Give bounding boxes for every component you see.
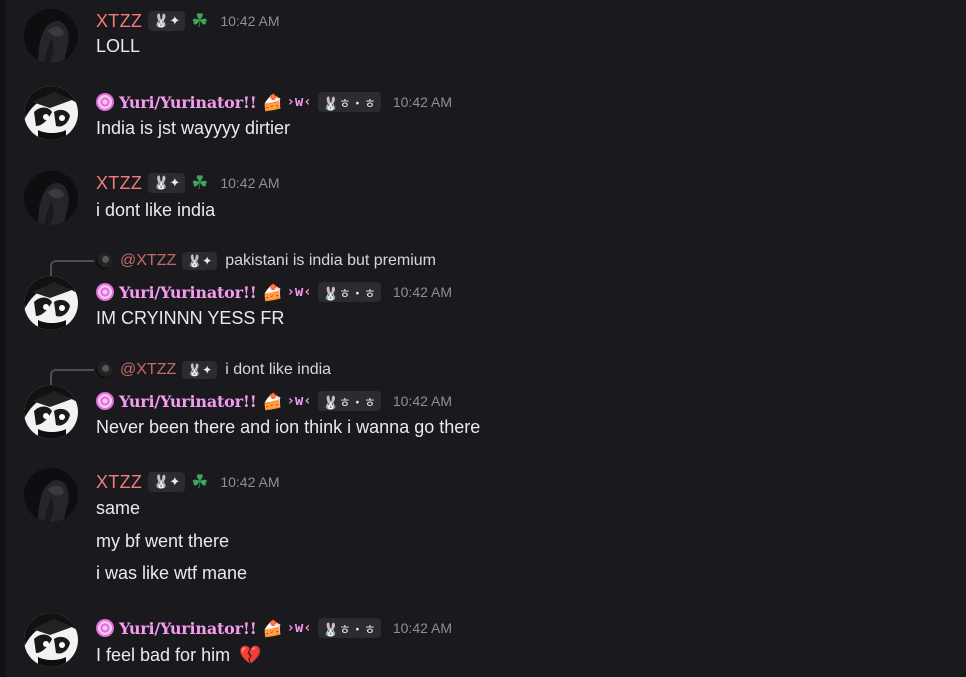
server-tag-badge[interactable]: 🐰✦ <box>148 173 186 193</box>
reply-preview[interactable]: @XTZZ 🐰✦ pakistani is india but premium <box>96 250 436 272</box>
cake-icon: 🍰 <box>262 282 283 302</box>
reply-username[interactable]: @XTZZ <box>120 252 176 270</box>
username-xtzz[interactable]: XTZZ <box>96 11 142 32</box>
message-header: XTZZ 🐰✦ ☘ 10:42 AM <box>96 9 280 33</box>
message-text: i was like wtf mane <box>96 563 248 583</box>
server-tag-badge: 🐰✦ <box>182 252 218 270</box>
server-tag-badge[interactable]: 🐰ㅎ・ㅎ <box>317 618 381 638</box>
username-xtzz[interactable]: XTZZ <box>96 173 142 194</box>
clover-icon: ☘ <box>191 471 209 493</box>
avatar-xtzz[interactable] <box>24 171 78 225</box>
reply-text[interactable]: i dont like india <box>225 361 331 379</box>
username-yuri[interactable]: Yuri/Yurinator!! <box>119 283 257 302</box>
owo-text: ›w‹ <box>286 94 312 110</box>
avatar-yuri[interactable] <box>24 86 78 140</box>
message-text: Never been there and ion think i wanna g… <box>96 417 481 437</box>
username-yuri[interactable]: Yuri/Yurinator!! <box>119 93 257 112</box>
message-header: Yuri/Yurinator!! 🍰 ›w‹ 🐰ㅎ・ㅎ 10:42 AM <box>96 280 452 304</box>
server-tag-badge[interactable]: 🐰✦ <box>148 472 186 492</box>
avatar-yuri[interactable] <box>24 385 78 439</box>
broken-heart-icon: 💔 <box>239 645 262 665</box>
message-header: XTZZ 🐰✦ ☘ 10:42 AM <box>96 171 280 195</box>
message-text: LOLL <box>96 36 141 56</box>
reply-connector <box>50 369 94 385</box>
message-text: my bf went there <box>96 531 230 551</box>
server-tag-badge[interactable]: 🐰ㅎ・ㅎ <box>317 92 381 112</box>
timestamp[interactable]: 10:42 AM <box>393 94 452 110</box>
reply-text[interactable]: pakistani is india but premium <box>225 252 436 270</box>
message-text: IM CRYINNN YESS FR <box>96 308 285 328</box>
username-xtzz[interactable]: XTZZ <box>96 472 142 493</box>
username-yuri[interactable]: Yuri/Yurinator!! <box>119 619 257 638</box>
server-tag-badge[interactable]: 🐰✦ <box>148 11 186 31</box>
timestamp[interactable]: 10:42 AM <box>220 13 279 29</box>
reply-avatar <box>96 362 112 378</box>
server-tag-badge[interactable]: 🐰ㅎ・ㅎ <box>317 282 381 302</box>
message-text: same <box>96 498 141 518</box>
avatar-yuri[interactable] <box>24 276 78 330</box>
message-header: Yuri/Yurinator!! 🍰 ›w‹ 🐰ㅎ・ㅎ 10:42 AM <box>96 616 452 640</box>
message-text: I feel bad for him 💔 <box>96 645 262 666</box>
channel-edge <box>0 0 6 677</box>
server-tag-badge: 🐰✦ <box>182 361 218 379</box>
owo-text: ›w‹ <box>286 620 312 636</box>
lollipop-icon <box>96 392 114 410</box>
clover-icon: ☘ <box>191 10 209 32</box>
reply-avatar <box>96 253 112 269</box>
message-header: Yuri/Yurinator!! 🍰 ›w‹ 🐰ㅎ・ㅎ 10:42 AM <box>96 90 452 114</box>
username-yuri[interactable]: Yuri/Yurinator!! <box>119 392 257 411</box>
avatar-xtzz[interactable] <box>24 9 78 63</box>
message-header: Yuri/Yurinator!! 🍰 ›w‹ 🐰ㅎ・ㅎ 10:42 AM <box>96 389 452 413</box>
clover-icon: ☘ <box>191 172 209 194</box>
owo-text: ›w‹ <box>286 284 312 300</box>
cake-icon: 🍰 <box>262 92 283 112</box>
reply-username[interactable]: @XTZZ <box>120 361 176 379</box>
timestamp[interactable]: 10:42 AM <box>393 620 452 636</box>
message-text-content: I feel bad for him <box>96 645 231 665</box>
cake-icon: 🍰 <box>262 618 283 638</box>
reply-connector <box>50 260 94 276</box>
timestamp[interactable]: 10:42 AM <box>220 474 279 490</box>
message-text: India is jst wayyyy dirtier <box>96 118 291 138</box>
lollipop-icon <box>96 283 114 301</box>
cake-icon: 🍰 <box>262 391 283 411</box>
lollipop-icon <box>96 93 114 111</box>
chat-message-list: XTZZ 🐰✦ ☘ 10:42 AM LOLL Yuri/Yurinator!!… <box>0 0 966 677</box>
message-header: XTZZ 🐰✦ ☘ 10:42 AM <box>96 470 280 494</box>
timestamp[interactable]: 10:42 AM <box>220 175 279 191</box>
avatar-xtzz[interactable] <box>24 468 78 522</box>
timestamp[interactable]: 10:42 AM <box>393 393 452 409</box>
owo-text: ›w‹ <box>286 393 312 409</box>
lollipop-icon <box>96 619 114 637</box>
message-text: i dont like india <box>96 200 216 220</box>
reply-preview[interactable]: @XTZZ 🐰✦ i dont like india <box>96 359 331 381</box>
avatar-yuri[interactable] <box>24 613 78 667</box>
server-tag-badge[interactable]: 🐰ㅎ・ㅎ <box>317 391 381 411</box>
timestamp[interactable]: 10:42 AM <box>393 284 452 300</box>
